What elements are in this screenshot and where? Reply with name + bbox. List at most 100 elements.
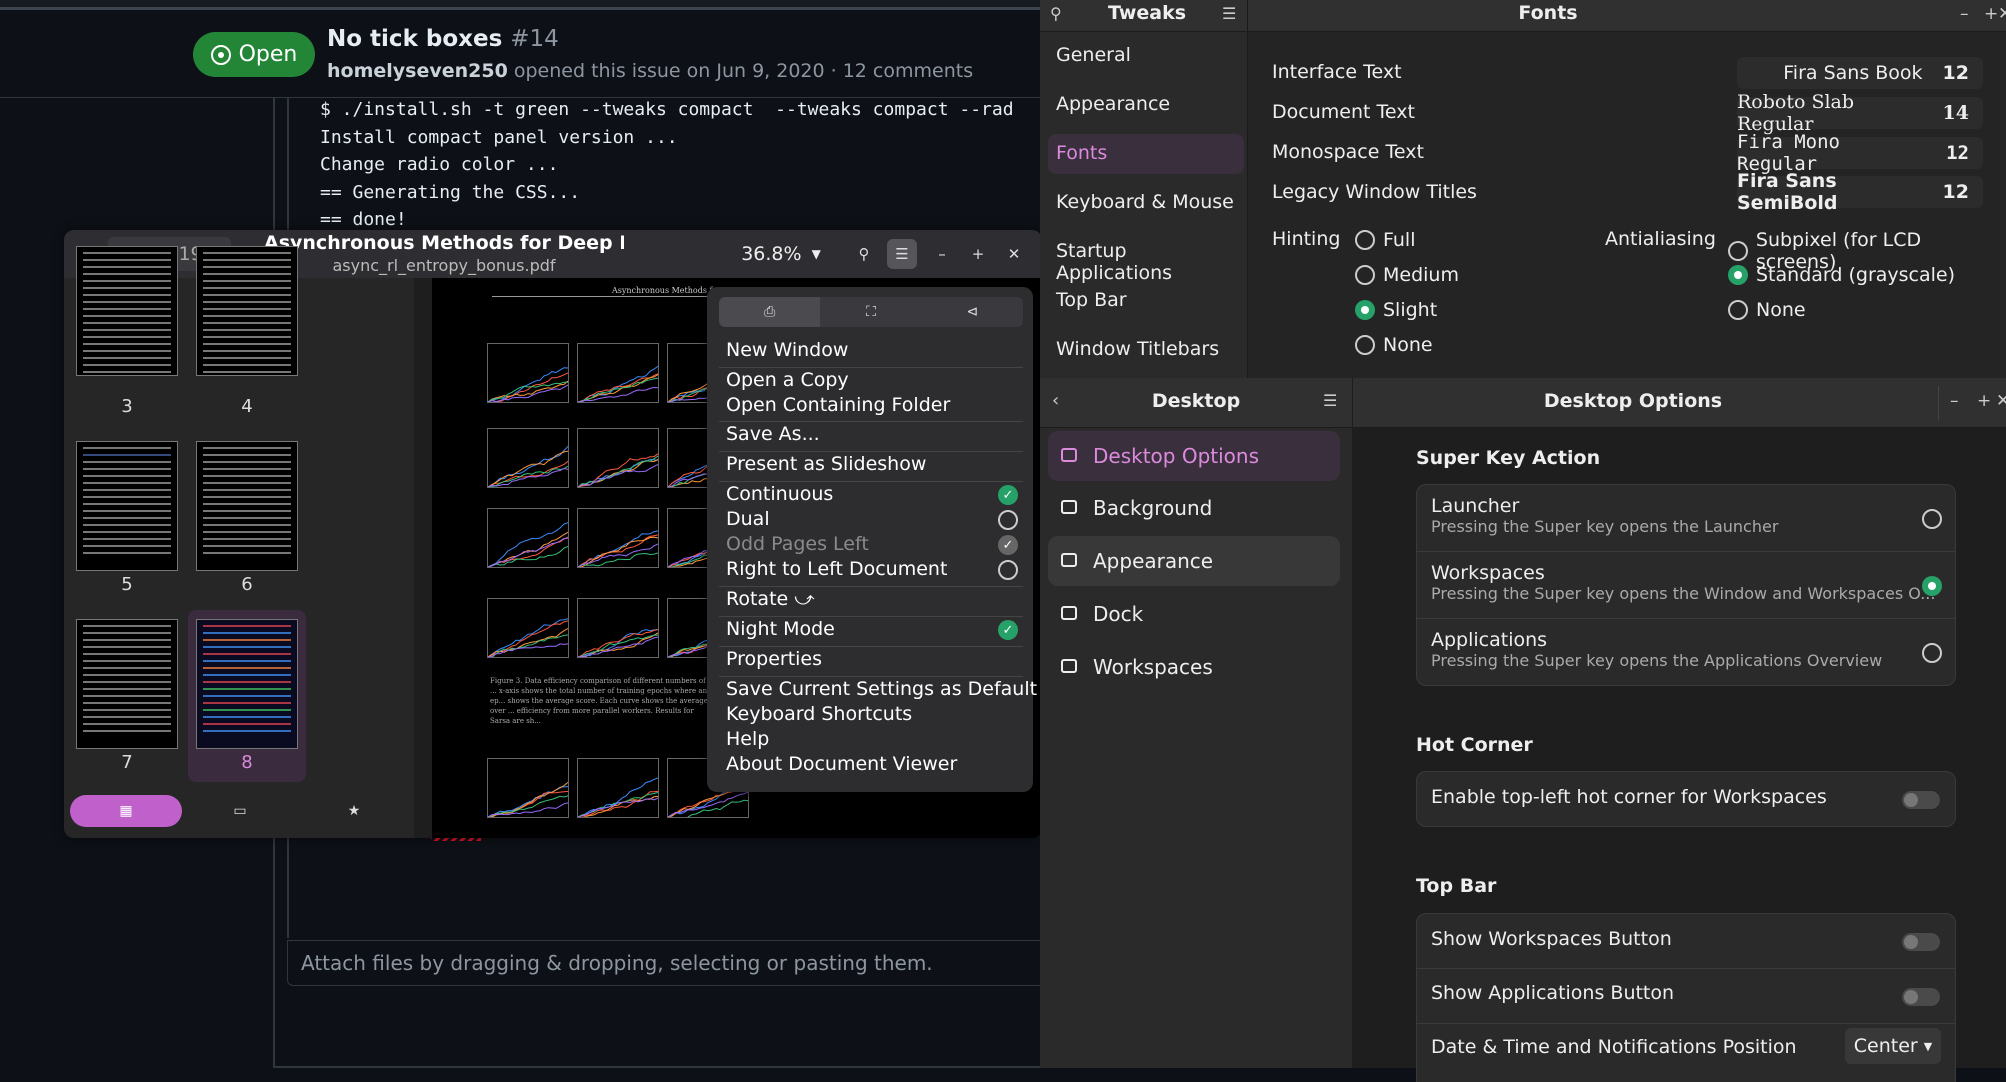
menu-right-to-left[interactable]: Right to Left Document xyxy=(726,558,947,580)
workspaces-option[interactable]: Workspaces Pressing the Super key opens t… xyxy=(1431,562,1935,603)
print-button[interactable]: ⎙ xyxy=(719,297,821,327)
close-button[interactable]: ✕ xyxy=(1996,391,2006,411)
check-icon: ✓ xyxy=(998,535,1018,555)
attach-files-hint[interactable]: Attach files by dragging & dropping, sel… xyxy=(287,940,1047,986)
menu-present-slideshow[interactable]: Present as Slideshow xyxy=(726,453,926,475)
hot-corner-toggle[interactable] xyxy=(1902,791,1940,809)
show-applications-label: Show Applications Button xyxy=(1431,982,1675,1004)
thumbnail-page-4[interactable] xyxy=(196,246,298,376)
tab-annotations[interactable]: ▭ xyxy=(184,795,296,827)
check-icon[interactable]: ✓ xyxy=(998,485,1018,505)
hinting-full-radio[interactable]: Full xyxy=(1355,229,1416,251)
menu-about[interactable]: About Document Viewer xyxy=(726,753,957,775)
maximize-button[interactable]: + xyxy=(1984,4,1998,24)
header-divider xyxy=(1938,386,1939,420)
unchecked-icon[interactable] xyxy=(998,510,1018,530)
show-workspaces-toggle[interactable] xyxy=(1902,933,1940,951)
desktop-nav-dock[interactable]: Dock xyxy=(1048,589,1340,639)
tweaks-nav-startup[interactable]: Startup Applications xyxy=(1048,232,1244,284)
search-button[interactable]: ⚲ xyxy=(849,239,879,269)
datetime-position-dropdown[interactable]: Center ▼ xyxy=(1845,1028,1941,1064)
workspaces-radio-selected[interactable] xyxy=(1922,576,1942,596)
desktop-page-title: Desktop Options xyxy=(1543,390,1723,412)
fullscreen-button[interactable]: ⛶ xyxy=(820,297,922,327)
minimize-button[interactable]: – xyxy=(1960,4,1969,24)
launcher-option[interactable]: Launcher Pressing the Super key opens the… xyxy=(1431,495,1778,536)
desktop-nav-appearance[interactable]: Appearance xyxy=(1048,536,1340,586)
hinting-medium-radio[interactable]: Medium xyxy=(1355,264,1459,286)
pdf-plot-thumbnail xyxy=(577,508,659,568)
issue-author[interactable]: homelyseven250 xyxy=(327,60,508,82)
launcher-radio[interactable] xyxy=(1922,509,1942,529)
main-menu-button[interactable]: ☰ xyxy=(887,239,917,269)
hinting-slight-radio[interactable]: Slight xyxy=(1355,299,1437,321)
monospace-font-button[interactable]: Fira Mono Regular 12 xyxy=(1737,131,1983,175)
show-applications-toggle[interactable] xyxy=(1902,988,1940,1006)
menu-dual[interactable]: Dual xyxy=(726,508,770,530)
issue-status-badge: Open xyxy=(193,32,315,77)
hamburger-icon[interactable]: ☰ xyxy=(1222,4,1236,23)
zoom-selector[interactable]: 36.8% ▼ xyxy=(726,237,836,271)
row-separator xyxy=(1417,618,1955,619)
pdf-plot-thumbnail xyxy=(577,428,659,488)
thumbnail-page-7[interactable] xyxy=(76,619,178,749)
issue-meta: homelyseven250 opened this issue on Jun … xyxy=(327,60,974,82)
unchecked-icon[interactable] xyxy=(998,560,1018,580)
check-icon[interactable]: ✓ xyxy=(998,620,1018,640)
menu-keyboard-shortcuts[interactable]: Keyboard Shortcuts xyxy=(726,703,912,725)
antialias-standard-radio[interactable]: Standard (grayscale) xyxy=(1728,264,1955,286)
menu-open-folder[interactable]: Open Containing Folder xyxy=(726,394,950,416)
tweaks-nav-top-bar[interactable]: Top Bar xyxy=(1048,281,1244,321)
menu-night-mode[interactable]: Night Mode xyxy=(726,618,835,640)
desktop-nav-desktop-options[interactable]: Desktop Options xyxy=(1048,431,1340,481)
menu-rotate[interactable]: Rotate ⤻ xyxy=(726,588,815,610)
menu-save-default[interactable]: Save Current Settings as Default xyxy=(726,678,1037,700)
search-icon[interactable]: ⚲ xyxy=(1050,4,1062,23)
tweaks-nav-appearance[interactable]: Appearance xyxy=(1048,85,1244,125)
viewer-main-menu: ⎙ ⛶ ⊲ New Window Open a Copy Open Contai… xyxy=(707,287,1037,792)
tweaks-nav-keyboard-mouse[interactable]: Keyboard & Mouse xyxy=(1048,183,1244,223)
minimize-button[interactable]: – xyxy=(1950,391,1959,411)
legacy-titles-font-button[interactable]: Fira Sans SemiBold 12 xyxy=(1737,170,1983,214)
github-topbar xyxy=(0,0,1045,10)
interface-font-button[interactable]: Fira Sans Book 12 xyxy=(1737,57,1983,89)
menu-new-window[interactable]: New Window xyxy=(726,339,848,361)
antialias-none-radio[interactable]: None xyxy=(1728,299,1806,321)
tab-bookmarks[interactable]: ★ xyxy=(298,795,410,827)
menu-help[interactable]: Help xyxy=(726,728,769,750)
thumbnail-page-3[interactable] xyxy=(76,246,178,376)
menu-open-copy[interactable]: Open a Copy xyxy=(726,369,849,391)
menu-separator xyxy=(719,421,1023,422)
tab-thumbnails[interactable]: ▦ xyxy=(70,795,182,827)
thumbnail-page-5[interactable] xyxy=(76,441,178,571)
document-font-button[interactable]: Roboto Slab Regular 14 xyxy=(1737,91,1983,135)
share-button[interactable]: ⊲ xyxy=(921,297,1023,327)
code-line: $ ./install.sh -t green --tweaks compact… xyxy=(320,99,1014,120)
sidebar-tab-bar: ▦ ▭ ★ xyxy=(64,782,414,838)
workspaces-icon xyxy=(1061,659,1077,673)
thumbnail-page-8[interactable] xyxy=(196,619,298,749)
close-button[interactable]: ✕ xyxy=(1998,4,2006,24)
applications-option[interactable]: Applications Pressing the Super key opens… xyxy=(1431,629,1882,670)
menu-save-as[interactable]: Save As... xyxy=(726,423,820,445)
close-button[interactable]: ✕ xyxy=(999,239,1029,269)
desktop-sidebar-header: ‹ Desktop ☰ xyxy=(1040,378,1352,428)
rotate-icon: ⤻ xyxy=(794,588,815,610)
menu-properties[interactable]: Properties xyxy=(726,648,822,670)
maximize-button[interactable]: + xyxy=(963,239,993,269)
desktop-nav-background[interactable]: Background xyxy=(1048,483,1340,533)
tweaks-nav-general[interactable]: General xyxy=(1048,36,1244,76)
maximize-button[interactable]: + xyxy=(1977,391,1991,411)
applications-radio[interactable] xyxy=(1922,643,1942,663)
hamburger-icon[interactable]: ☰ xyxy=(1323,391,1337,410)
thumbnail-label: 3 xyxy=(121,396,133,417)
hot-corner-label: Enable top-left hot corner for Workspace… xyxy=(1431,786,1827,808)
tweaks-nav-window-titlebars[interactable]: Window Titlebars xyxy=(1048,330,1244,370)
minimize-button[interactable]: – xyxy=(927,239,957,269)
hinting-none-radio[interactable]: None xyxy=(1355,334,1433,356)
menu-continuous[interactable]: Continuous xyxy=(726,483,833,505)
desktop-content-header: Desktop Options – + ✕ xyxy=(1353,378,2006,428)
tweaks-nav-fonts[interactable]: Fonts xyxy=(1048,134,1244,174)
desktop-nav-workspaces[interactable]: Workspaces xyxy=(1048,642,1340,692)
thumbnail-page-6[interactable] xyxy=(196,441,298,571)
